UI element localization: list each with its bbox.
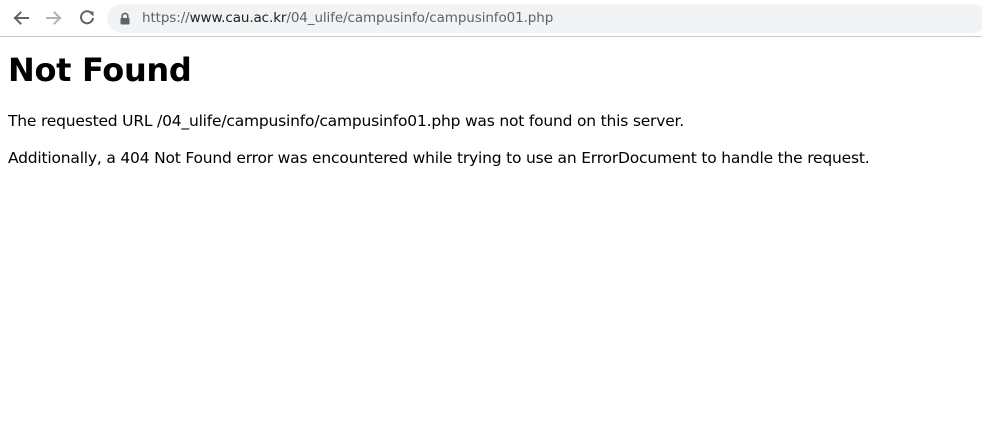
- browser-toolbar: https://www.cau.ac.kr/04_ulife/campusinf…: [0, 0, 982, 37]
- error-message: The requested URL /04_ulife/campusinfo/c…: [8, 112, 685, 130]
- arrow-right-icon: [46, 11, 62, 25]
- error-detail: Additionally, a 404 Not Found error was …: [8, 149, 870, 167]
- page-title: Not Found: [8, 51, 192, 89]
- lock-icon: [120, 12, 130, 25]
- url-path: /04_ulife/campusinfo/campusinfo01.php: [286, 10, 554, 26]
- address-bar[interactable]: https://www.cau.ac.kr/04_ulife/campusinf…: [107, 4, 982, 33]
- reload-icon: [80, 10, 94, 25]
- url-scheme: https://: [142, 10, 190, 26]
- arrow-left-icon: [13, 11, 29, 25]
- page-content: Not Found The requested URL /04_ulife/ca…: [8, 37, 974, 167]
- url-text[interactable]: https://www.cau.ac.kr/04_ulife/campusinf…: [142, 10, 553, 27]
- forward-button[interactable]: [41, 5, 67, 31]
- back-button[interactable]: [8, 5, 34, 31]
- reload-button[interactable]: [74, 5, 100, 31]
- url-host: www.cau.ac.kr: [189, 10, 287, 26]
